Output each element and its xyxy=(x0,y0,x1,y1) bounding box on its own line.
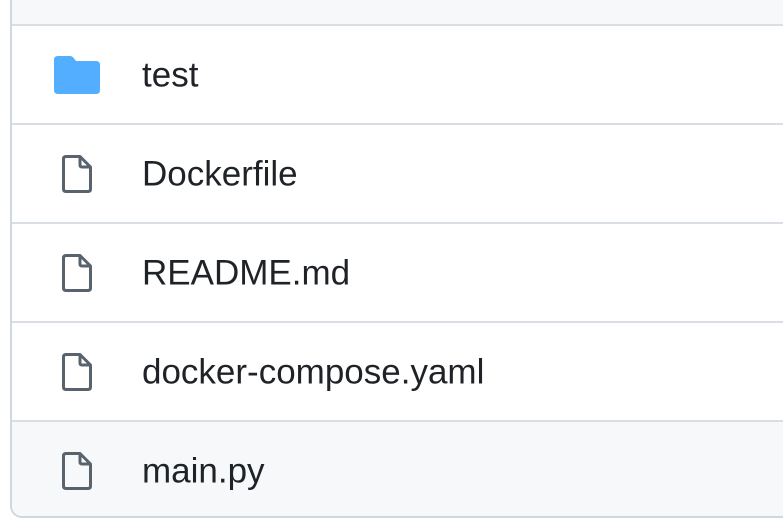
file-list-header xyxy=(12,0,783,26)
file-name[interactable]: Dockerfile xyxy=(142,156,298,191)
file-icon xyxy=(54,250,100,296)
file-row-main-py[interactable]: main.py xyxy=(12,422,783,516)
file-name[interactable]: README.md xyxy=(142,255,350,290)
file-name[interactable]: test xyxy=(142,57,198,92)
file-name[interactable]: docker-compose.yaml xyxy=(142,354,484,389)
file-icon xyxy=(54,151,100,197)
page: test Dockerfile README.md docker-compose… xyxy=(0,0,783,519)
file-icon xyxy=(54,349,100,395)
file-list: test Dockerfile README.md docker-compose… xyxy=(10,0,783,518)
file-name[interactable]: main.py xyxy=(142,454,265,489)
folder-icon xyxy=(54,52,100,98)
file-icon xyxy=(54,448,100,494)
file-row-dockerfile[interactable]: Dockerfile xyxy=(12,125,783,224)
file-row-test[interactable]: test xyxy=(12,26,783,125)
file-row-docker-compose[interactable]: docker-compose.yaml xyxy=(12,323,783,422)
file-row-readme[interactable]: README.md xyxy=(12,224,783,323)
